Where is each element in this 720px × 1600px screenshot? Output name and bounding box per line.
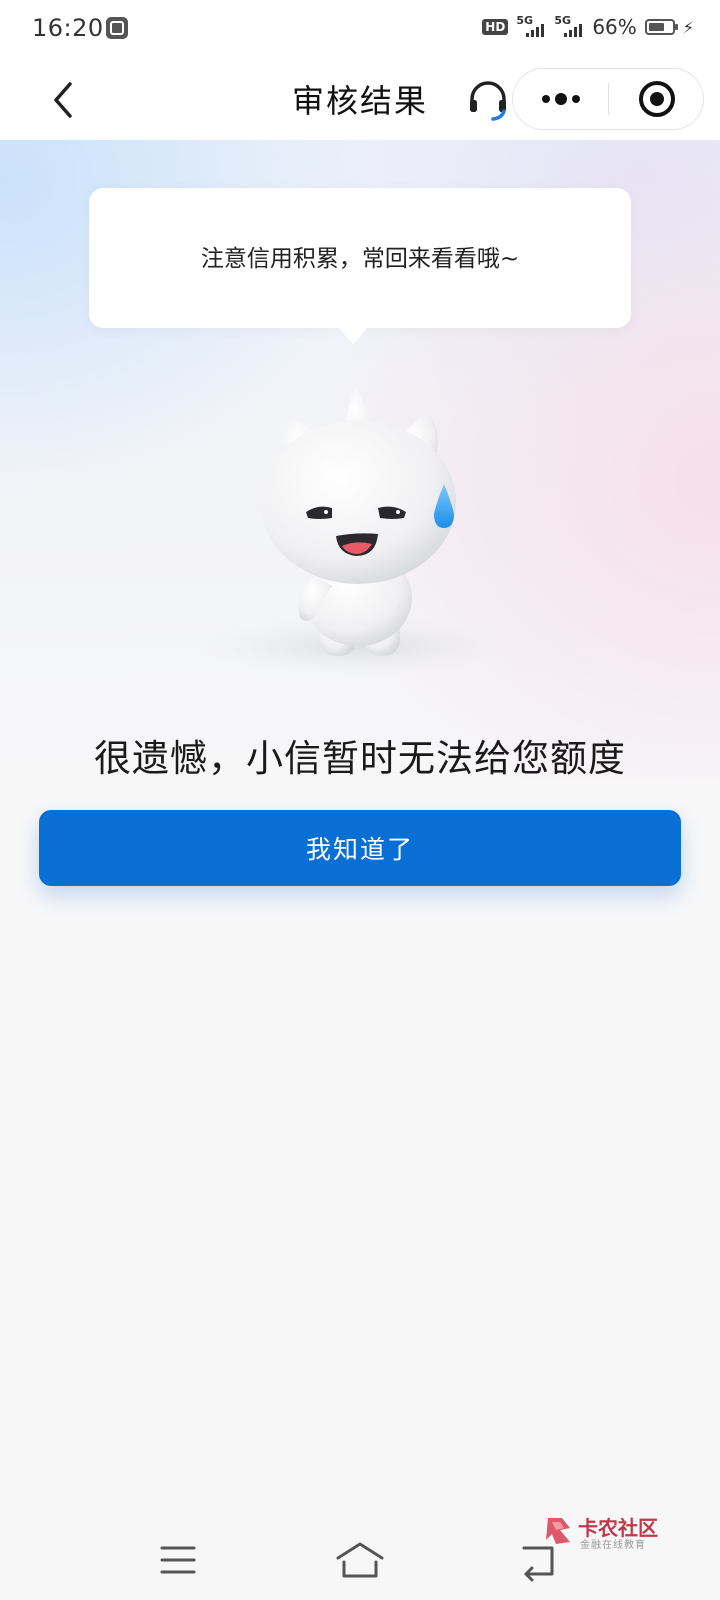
signal-icon: 5G [554, 14, 584, 37]
speech-bubble: 注意信用积累，常回来看看哦~ [89, 188, 631, 344]
hd-badge: HD [482, 19, 509, 35]
return-icon [522, 1546, 554, 1582]
mascot-illustration [194, 388, 522, 676]
status-indicators: HD 5G 5G 66% ⚡ [482, 14, 694, 39]
charging-icon: ⚡ [682, 17, 694, 37]
system-nav-bar [0, 1520, 720, 1600]
mini-program-capsule [512, 68, 704, 130]
battery-fill [648, 23, 664, 31]
acknowledge-button[interactable]: 我知道了 [39, 810, 681, 886]
more-button[interactable] [513, 69, 608, 129]
home-button[interactable] [330, 1538, 390, 1582]
battery-icon [644, 19, 678, 35]
bubble-text: 注意信用积累，常回来看看哦~ [200, 246, 520, 272]
signal-label: 5G [554, 14, 571, 27]
home-icon [336, 1542, 384, 1578]
headset-icon [470, 81, 506, 121]
screenshot-app-icon [106, 17, 128, 39]
status-time: 16:20 [32, 14, 104, 42]
close-mini-program-button[interactable] [609, 69, 704, 129]
menu-button[interactable] [148, 1538, 208, 1582]
battery-percent: 66% [592, 15, 637, 39]
menu-lines-icon [160, 1546, 196, 1574]
back-nav-button[interactable] [512, 1538, 572, 1582]
signal-icon: 5G [516, 14, 546, 37]
status-bar: 16:20 HD 5G 5G 66% ⚡ [0, 0, 720, 60]
signal-label: 5G [516, 14, 533, 27]
customer-service-button[interactable] [466, 78, 510, 122]
target-circle-icon [638, 81, 675, 117]
result-message: 很遗憾，小信暂时无法给您额度 [94, 737, 626, 780]
more-dots-icon [541, 93, 580, 105]
nav-bar: 审核结果 [0, 60, 720, 140]
